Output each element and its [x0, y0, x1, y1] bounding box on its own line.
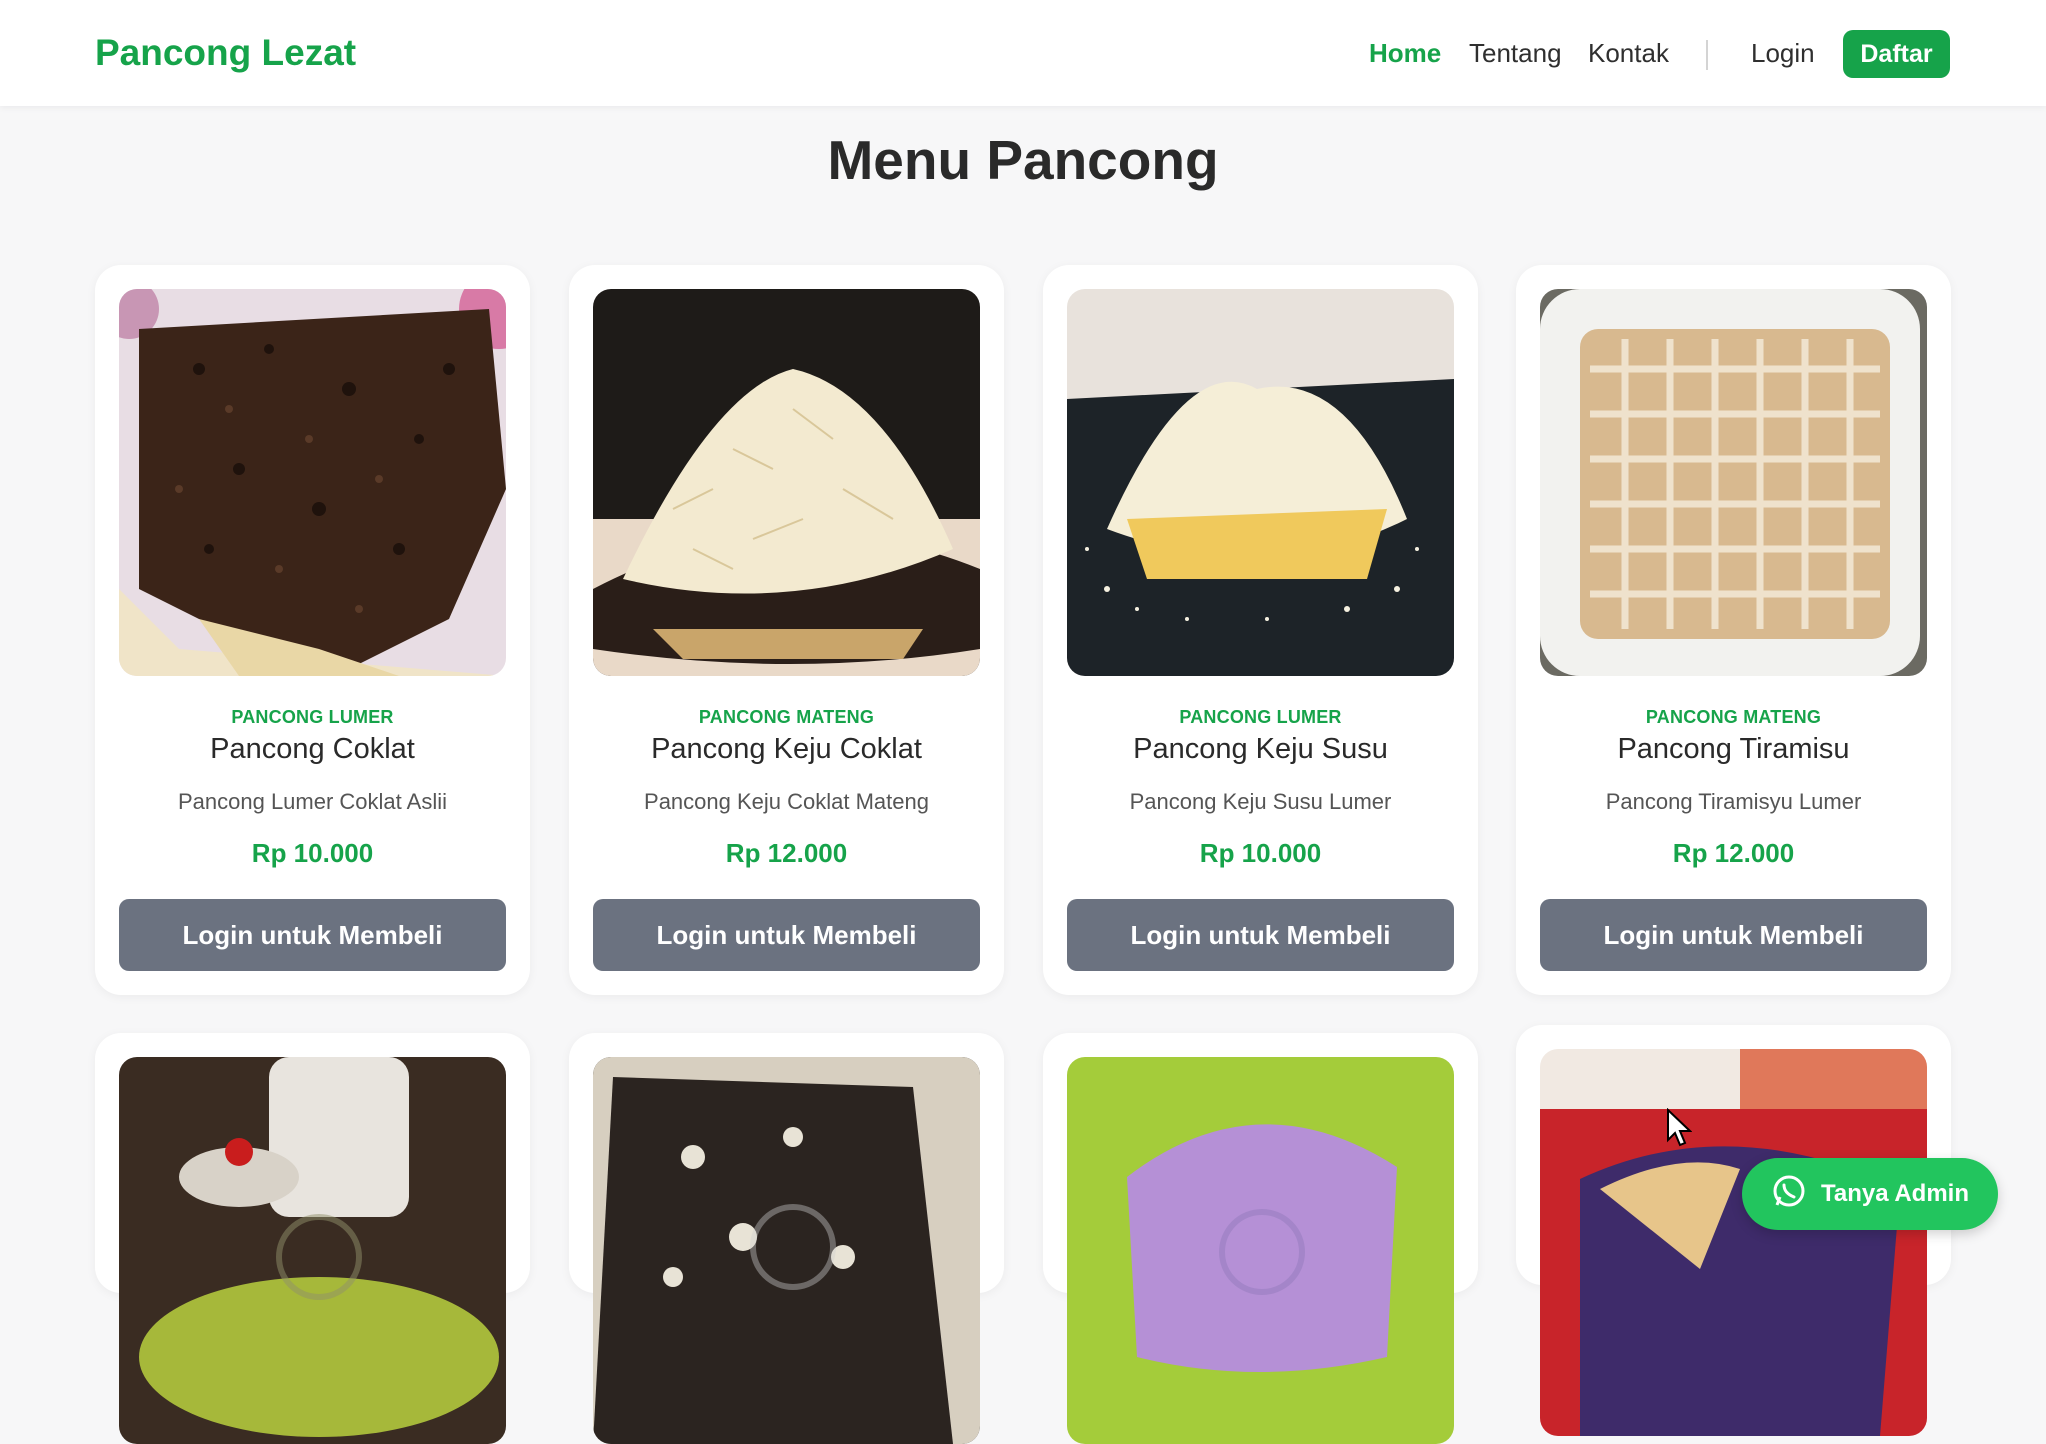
product-image	[593, 289, 980, 676]
login-to-buy-button[interactable]: Login untuk Membeli	[119, 899, 506, 971]
product-image	[119, 289, 506, 676]
login-to-buy-button[interactable]: Login untuk Membeli	[1067, 899, 1454, 971]
product-image	[1067, 289, 1454, 676]
nav-divider	[1706, 40, 1708, 70]
brand-logo[interactable]: Pancong Lezat	[95, 32, 356, 74]
product-image	[1067, 1057, 1454, 1444]
product-image	[1540, 1049, 1927, 1436]
product-description: Pancong Keju Coklat Mateng	[644, 789, 929, 814]
nav-home[interactable]: Home	[1369, 38, 1441, 69]
product-description: Pancong Keju Susu Lumer	[1129, 789, 1392, 814]
product-card	[1043, 1033, 1478, 1444]
nav-login[interactable]: Login	[1751, 38, 1815, 69]
login-to-buy-button[interactable]: Login untuk Membeli	[1540, 899, 1927, 971]
product-image	[593, 1057, 980, 1444]
nav-kontak[interactable]: Kontak	[1588, 38, 1669, 69]
product-price: Rp 12.000	[725, 838, 848, 868]
whatsapp-label: Tanya Admin	[1820, 1180, 1970, 1207]
mouse-cursor-icon	[1666, 1107, 1693, 1153]
page-title: Menu Pancong	[827, 129, 1219, 191]
product-category: PANCONG MATENG	[698, 707, 875, 727]
whatsapp-ask-admin-button[interactable]: Tanya Admin	[1742, 1158, 1998, 1230]
whatsapp-icon	[1771, 1173, 1807, 1216]
product-description: Pancong Tiramisyu Lumer	[1605, 789, 1862, 814]
product-card	[95, 1033, 530, 1444]
product-category: PANCONG LUMER	[1179, 707, 1342, 727]
product-card: PANCONG MATENG Pancong Keju Coklat Panco…	[569, 265, 1004, 995]
daftar-button[interactable]: Daftar	[1843, 30, 1950, 78]
product-category: PANCONG MATENG	[1645, 707, 1822, 727]
product-category: PANCONG LUMER	[231, 707, 394, 727]
product-description: Pancong Lumer Coklat Aslii	[177, 789, 448, 814]
product-card: PANCONG LUMER Pancong Keju Susu Pancong …	[1043, 265, 1478, 995]
product-price: Rp 12.000	[1672, 838, 1795, 868]
product-card	[569, 1033, 1004, 1444]
product-name: Pancong Tiramisu	[1617, 733, 1850, 765]
login-to-buy-button[interactable]: Login untuk Membeli	[593, 899, 980, 971]
product-name: Pancong Keju Susu	[1133, 733, 1388, 765]
navbar: Pancong Lezat Home Tentang Kontak Login …	[0, 0, 2046, 106]
product-card	[1516, 1025, 1951, 1436]
product-price: Rp 10.000	[251, 838, 374, 868]
nav-tentang[interactable]: Tentang	[1469, 38, 1562, 69]
product-name: Pancong Keju Coklat	[651, 733, 922, 765]
product-name: Pancong Coklat	[210, 733, 415, 765]
product-card: PANCONG MATENG Pancong Tiramisu Pancong …	[1516, 265, 1951, 995]
product-image	[1540, 289, 1927, 676]
product-card: PANCONG LUMER Pancong Coklat Pancong Lum…	[95, 265, 530, 995]
product-image	[119, 1057, 506, 1444]
product-price: Rp 10.000	[1199, 838, 1322, 868]
